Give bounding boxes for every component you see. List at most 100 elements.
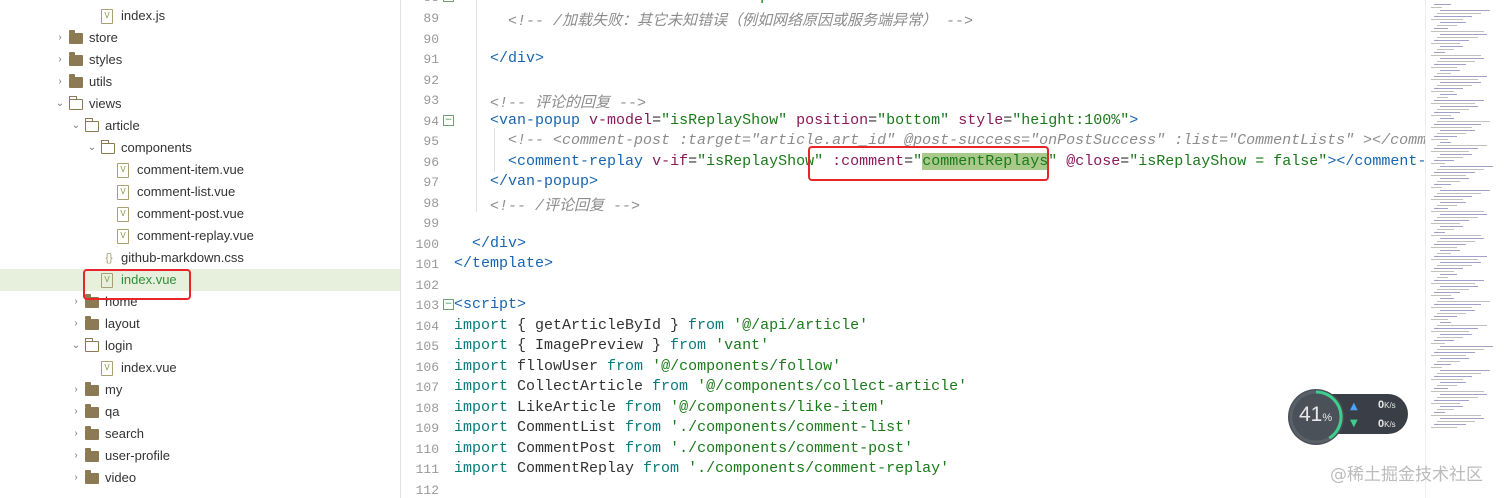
highlight-box-index-vue <box>83 269 191 300</box>
code-line[interactable]: 104 import { getArticleById } from '@/api… <box>410 317 1425 338</box>
code-line[interactable]: 112 <box>410 481 1425 498</box>
minimap-line <box>1434 328 1478 329</box>
minimap-line <box>1431 331 1469 332</box>
minimap-line <box>1431 55 1481 56</box>
minimap-line <box>1434 172 1475 173</box>
line-number: 111 <box>415 462 439 477</box>
code-line[interactable]: 94− <van-popup v-model="isReplayShow" po… <box>410 112 1425 133</box>
minimap-line <box>1434 280 1484 281</box>
code-line[interactable]: 93 <!-- 评论的回复 --> <box>410 91 1425 112</box>
chevron-right-icon[interactable]: › <box>55 53 65 67</box>
minimap-line <box>1437 361 1460 362</box>
code-line[interactable]: 109 import CommentList from './components… <box>410 419 1425 440</box>
tree-item-label: qa <box>105 404 120 419</box>
chevron-down-icon[interactable]: ⌄ <box>71 119 81 133</box>
tree-item-label: index.js <box>121 8 166 23</box>
code-line[interactable]: 92 <box>410 71 1425 92</box>
code-line[interactable]: 105 import { ImagePreview } from 'vant' <box>410 337 1425 358</box>
chevron-right-icon[interactable]: › <box>71 295 81 309</box>
chevron-down-icon[interactable]: ⌄ <box>87 141 97 155</box>
minimap-line <box>1440 226 1463 227</box>
minimap-line <box>1440 94 1457 95</box>
code-text: import { ImagePreview } from 'vant' <box>454 337 770 354</box>
minimap-line <box>1434 112 1460 113</box>
minimap[interactable] <box>1425 0 1512 498</box>
tree-item-github-markdown-css[interactable]: {} github-markdown.css <box>0 247 400 269</box>
tree-item-layout[interactable]: › layout <box>0 313 400 335</box>
code-line[interactable]: 91 </div> <box>410 50 1425 71</box>
tree-item-comment-replay-vue[interactable]: Vcomment-replay.vue <box>0 225 400 247</box>
tree-item-label: index.vue <box>121 360 177 375</box>
code-line[interactable]: 108 import LikeArticle from '@/components… <box>410 399 1425 420</box>
cpu-usage-circle[interactable]: 41% <box>1288 389 1344 445</box>
file-explorer: Vindex.js › store › styles › utils ⌄ views ⌄ artic… <box>0 0 401 498</box>
minimap-line <box>1437 241 1475 242</box>
code-line[interactable]: 102 <box>410 276 1425 297</box>
code-line[interactable]: 111 import CommentReplay from './componen… <box>410 460 1425 481</box>
minimap-line <box>1431 91 1454 92</box>
tree-item-qa[interactable]: › qa <box>0 401 400 423</box>
code-line[interactable]: 98 <!-- /评论回复 --> <box>410 194 1425 215</box>
chevron-right-icon[interactable]: › <box>71 317 81 331</box>
code-line[interactable]: 89 <!-- /加载失败：其它未知错误（例如网络原因或服务端异常） --> <box>410 9 1425 30</box>
tree-item-views[interactable]: ⌄ views <box>0 93 400 115</box>
fold-toggle-icon[interactable]: − <box>443 299 454 310</box>
minimap-line <box>1440 382 1466 383</box>
fold-toggle-icon[interactable]: − <box>443 0 454 2</box>
chevron-right-icon[interactable]: › <box>71 449 81 463</box>
network-monitor-widget: ▲ 0K/s ▼ 0K/s 41% <box>1288 389 1408 447</box>
tree-item-components[interactable]: ⌄ components <box>0 137 400 159</box>
line-number: 98 <box>423 195 439 211</box>
code-line[interactable]: 107 import CollectArticle from '@/compone… <box>410 378 1425 399</box>
minimap-line <box>1431 343 1445 344</box>
highlight-box-comment-prop <box>808 146 1049 181</box>
tree-item-utils[interactable]: › utils <box>0 71 400 93</box>
tree-item-comment-post-vue[interactable]: Vcomment-post.vue <box>0 203 400 225</box>
code-line[interactable]: 106 import fllowUser from '@/components/f… <box>410 358 1425 379</box>
tree-item-login[interactable]: ⌄ login <box>0 335 400 357</box>
minimap-line <box>1434 352 1475 353</box>
minimap-line <box>1440 286 1478 287</box>
tree-item-video[interactable]: › video <box>0 467 400 489</box>
code-line[interactable]: 100 </div> <box>410 235 1425 256</box>
code-line[interactable]: 103− <script> <box>410 296 1425 317</box>
code-line[interactable]: 99 <box>410 214 1425 235</box>
tree-item-comment-list-vue[interactable]: Vcomment-list.vue <box>0 181 400 203</box>
chevron-down-icon[interactable]: ⌄ <box>55 97 65 111</box>
tree-item-home[interactable]: › home <box>0 291 400 313</box>
code-text: import { getArticleById } from '@/api/ar… <box>454 316 869 334</box>
tree-item-index-js[interactable]: Vindex.js <box>0 5 400 27</box>
tree-item-styles[interactable]: › styles <box>0 49 400 71</box>
tree-item-store[interactable]: › store <box>0 27 400 49</box>
minimap-line <box>1431 391 1484 392</box>
line-number: 109 <box>415 421 439 436</box>
chevron-right-icon[interactable]: › <box>71 383 81 397</box>
tree-item-index-vue[interactable]: Vindex.vue <box>0 357 400 379</box>
code-line[interactable]: 101 </template> <box>410 255 1425 276</box>
fold-toggle-icon[interactable]: − <box>443 114 454 126</box>
minimap-line <box>1440 346 1493 347</box>
code-line[interactable]: 88 − <div v-else class="error-wrap"> <box>410 0 1425 9</box>
minimap-line <box>1431 259 1478 260</box>
chevron-right-icon[interactable]: › <box>55 31 65 45</box>
minimap-line <box>1437 217 1478 218</box>
tree-item-my[interactable]: › my <box>0 379 400 401</box>
tree-item-label: comment-item.vue <box>137 162 244 177</box>
chevron-right-icon[interactable]: › <box>71 471 81 485</box>
tree-item-index-vue[interactable]: Vindex.vue <box>0 269 400 291</box>
tree-item-article[interactable]: ⌄ article <box>0 115 400 137</box>
chevron-right-icon[interactable]: › <box>71 405 81 419</box>
tree-item-search[interactable]: › search <box>0 423 400 445</box>
tree-item-comment-item-vue[interactable]: Vcomment-item.vue <box>0 159 400 181</box>
code-line[interactable]: 90 <box>410 30 1425 51</box>
line-number: 102 <box>415 277 439 293</box>
line-number: 97 <box>423 175 439 190</box>
minimap-line <box>1437 133 1466 134</box>
code-line[interactable]: 110 import CommentPost from './components… <box>410 440 1425 461</box>
tree-item-user-profile[interactable]: › user-profile <box>0 445 400 467</box>
chevron-down-icon[interactable]: ⌄ <box>71 339 81 353</box>
chevron-right-icon[interactable]: › <box>55 75 65 89</box>
code-editor[interactable]: 88 − <div v-else class="error-wrap"> 89 <!… <box>410 0 1425 498</box>
chevron-right-icon[interactable]: › <box>71 427 81 441</box>
minimap-line <box>1431 427 1457 428</box>
